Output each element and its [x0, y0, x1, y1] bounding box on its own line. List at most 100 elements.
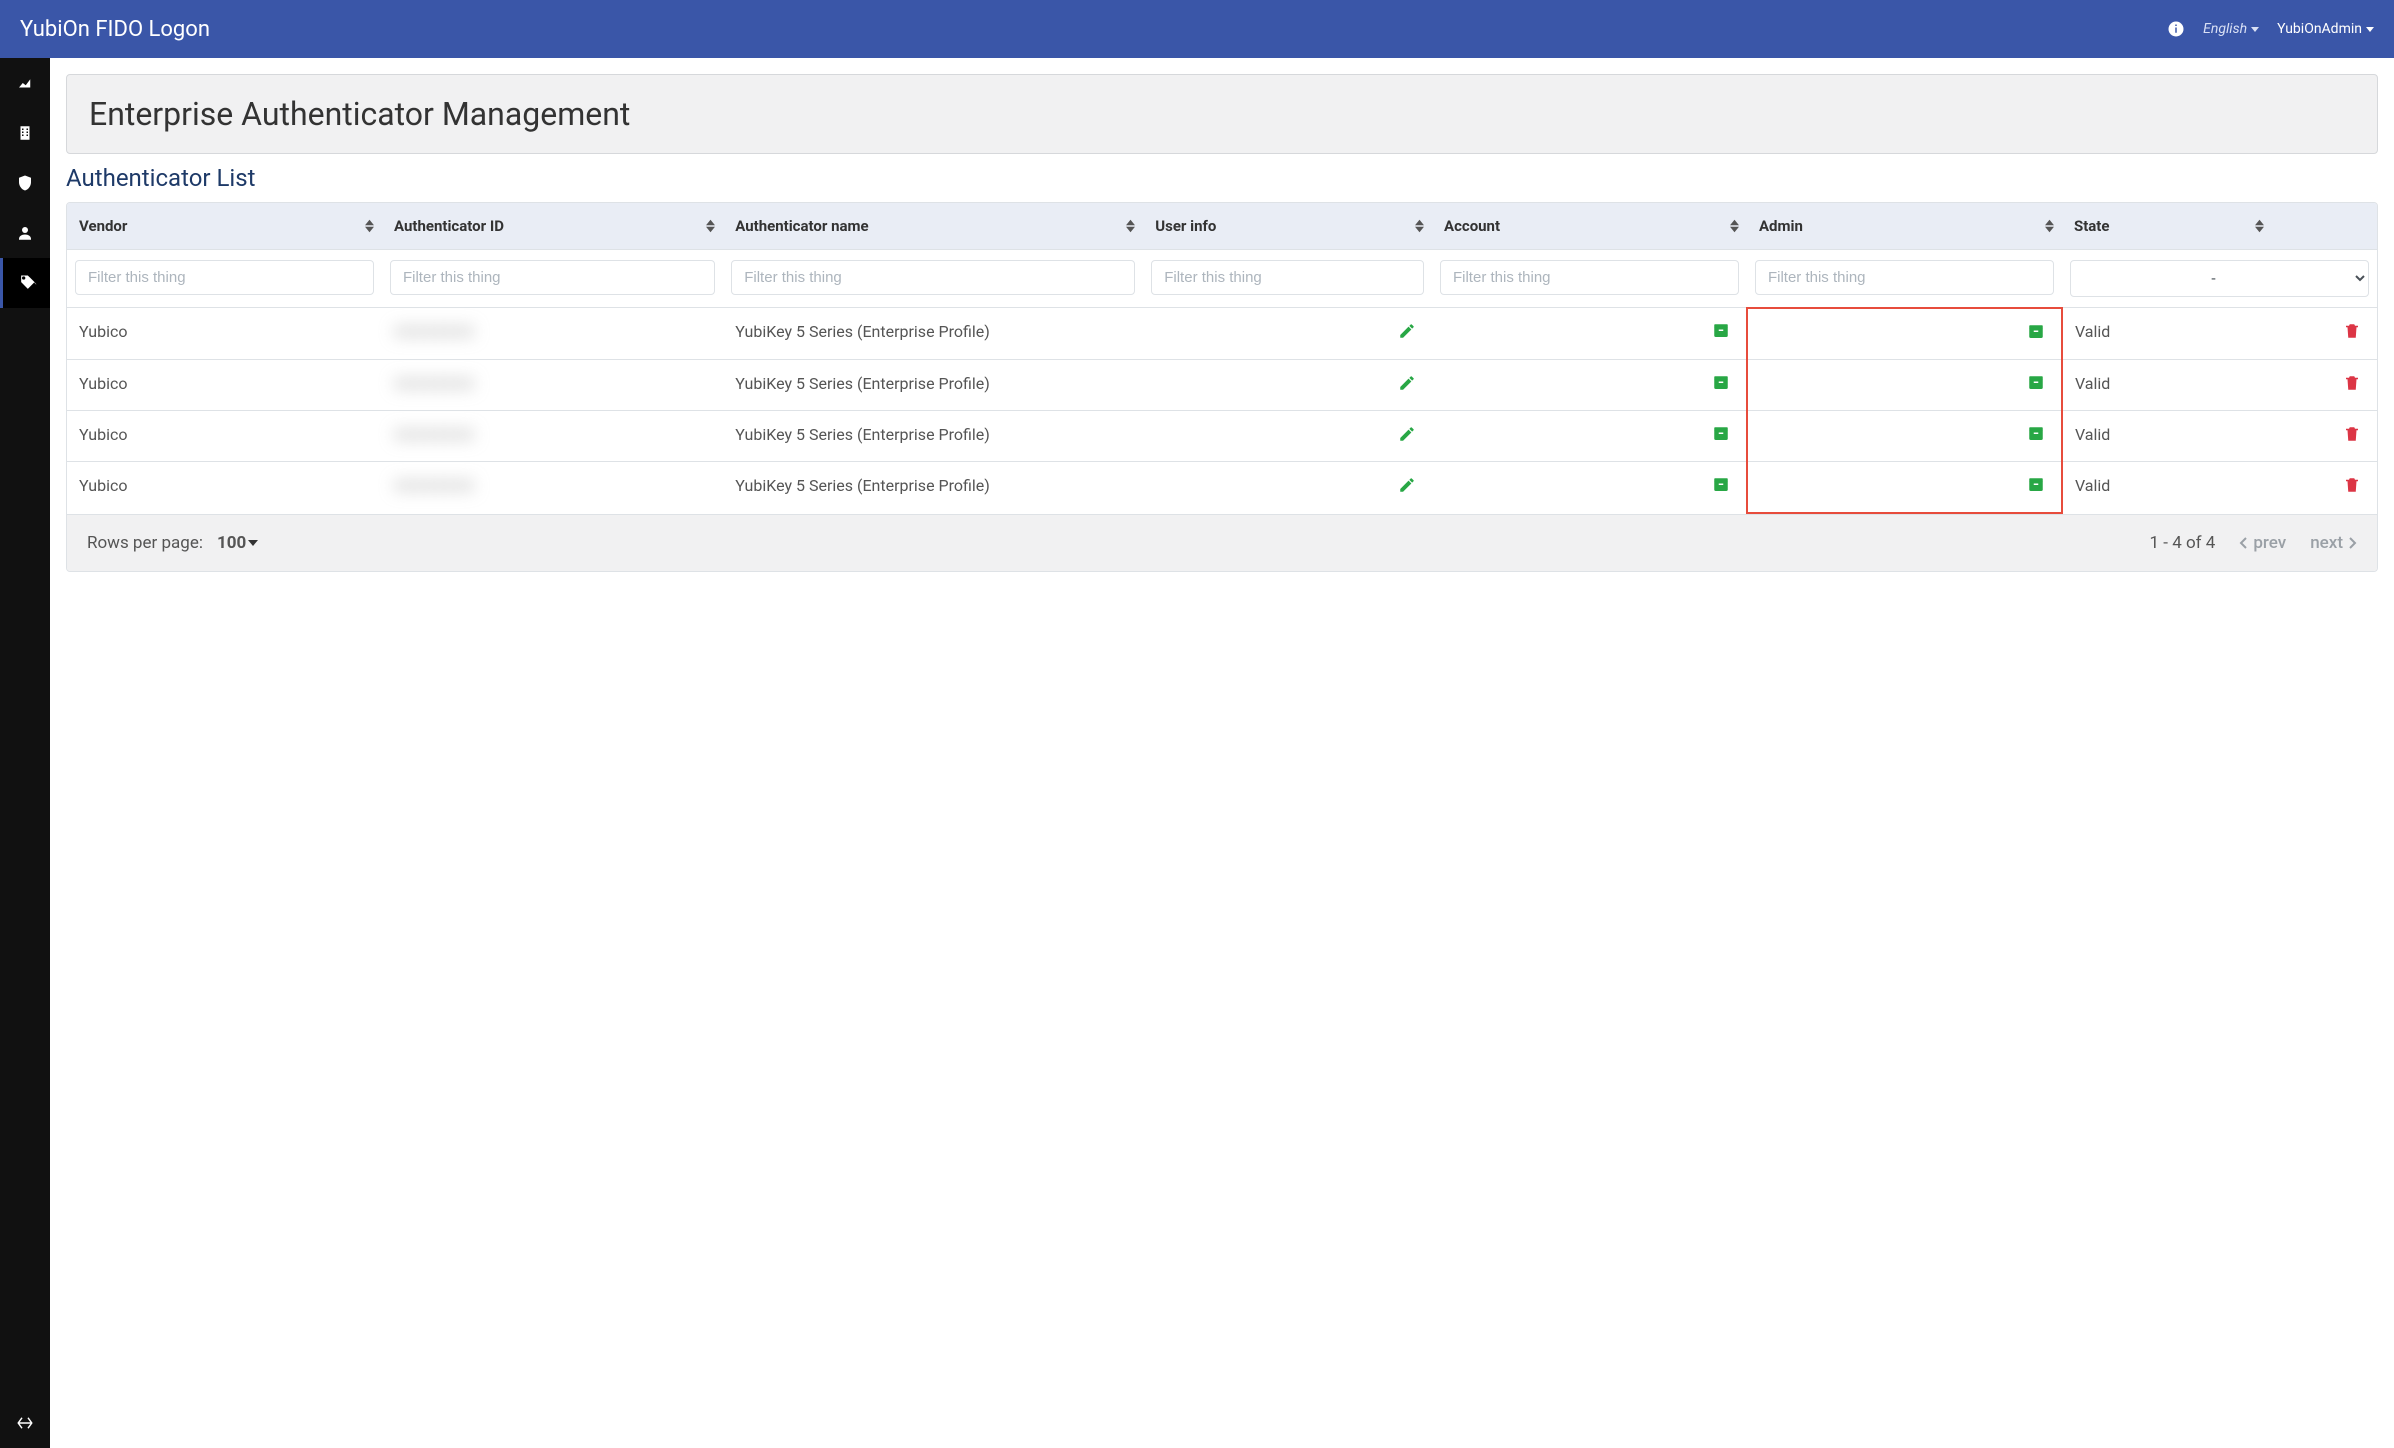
col-account[interactable]: Account	[1432, 203, 1747, 250]
user-dropdown[interactable]: YubiOnAdmin	[2277, 21, 2374, 37]
cell-user	[1143, 410, 1432, 461]
next-button[interactable]: next	[2310, 533, 2357, 553]
col-name-label: Authenticator name	[735, 217, 868, 235]
sort-icon[interactable]	[706, 220, 715, 233]
cell-authid: XXXXXXXX	[382, 410, 723, 461]
account-button[interactable]	[1712, 476, 1734, 498]
language-label: English	[2203, 21, 2247, 37]
shield-icon	[16, 174, 34, 192]
account-button[interactable]	[1712, 425, 1734, 447]
delete-button[interactable]	[2343, 374, 2365, 396]
delete-button[interactable]	[2343, 425, 2365, 447]
account-button[interactable]	[1712, 322, 1734, 344]
col-actions	[2272, 203, 2377, 250]
cell-state: Valid	[2062, 308, 2272, 360]
col-vendor[interactable]: Vendor	[67, 203, 382, 250]
filter-authid[interactable]	[390, 260, 715, 295]
cell-admin	[1747, 308, 2062, 360]
caret-down-icon	[2251, 27, 2259, 32]
sort-icon[interactable]	[365, 220, 374, 233]
table-row: YubicoXXXXXXXXYubiKey 5 Series (Enterpri…	[67, 359, 2377, 410]
sort-icon[interactable]	[1730, 220, 1739, 233]
sidebar-item-users[interactable]	[0, 208, 50, 258]
chart-icon	[16, 74, 34, 92]
col-authid[interactable]: Authenticator ID	[382, 203, 723, 250]
sidebar-toggle[interactable]	[0, 1398, 50, 1448]
filter-admin[interactable]	[1755, 260, 2054, 295]
cell-state: Valid	[2062, 359, 2272, 410]
col-vendor-label: Vendor	[79, 217, 127, 235]
prev-button[interactable]: prev	[2239, 533, 2286, 553]
cell-vendor: Yubico	[67, 359, 382, 410]
cell-vendor: Yubico	[67, 461, 382, 513]
sidebar-bottom	[0, 1398, 50, 1448]
filter-state[interactable]: -	[2070, 260, 2369, 297]
caret-down-icon	[248, 540, 258, 546]
caret-down-icon	[2366, 27, 2374, 32]
col-user-label: User info	[1155, 217, 1216, 235]
sort-icon[interactable]	[2255, 220, 2264, 233]
layout: Enterprise Authenticator Management Auth…	[0, 58, 2394, 1448]
filter-account[interactable]	[1440, 260, 1739, 295]
filter-vendor[interactable]	[75, 260, 374, 295]
admin-button[interactable]	[2027, 323, 2049, 345]
edit-user-button[interactable]	[1398, 322, 1420, 344]
brand: YubiOn FIDO Logon	[20, 17, 210, 42]
prev-label: prev	[2253, 533, 2286, 553]
page-subtitle: Authenticator List	[66, 164, 2378, 192]
col-user[interactable]: User info	[1143, 203, 1432, 250]
table-row: YubicoXXXXXXXXYubiKey 5 Series (Enterpri…	[67, 410, 2377, 461]
edit-user-button[interactable]	[1398, 425, 1420, 447]
cell-admin	[1747, 359, 2062, 410]
delete-button[interactable]	[2343, 476, 2365, 498]
admin-button[interactable]	[2027, 476, 2049, 498]
page-title: Enterprise Authenticator Management	[89, 95, 2355, 133]
sidebar-item-org[interactable]	[0, 108, 50, 158]
topbar: YubiOn FIDO Logon English YubiOnAdmin	[0, 0, 2394, 58]
cell-name: YubiKey 5 Series (Enterprise Profile)	[723, 461, 1143, 513]
cell-vendor: Yubico	[67, 308, 382, 360]
expand-icon	[16, 1414, 34, 1432]
edit-user-button[interactable]	[1398, 374, 1420, 396]
admin-button[interactable]	[2027, 374, 2049, 396]
rows-value-dropdown[interactable]: 100	[217, 533, 258, 553]
language-dropdown[interactable]: English	[2203, 21, 2259, 37]
col-authid-label: Authenticator ID	[394, 217, 504, 235]
cell-admin	[1747, 410, 2062, 461]
sort-icon[interactable]	[1126, 220, 1135, 233]
cell-admin	[1747, 461, 2062, 513]
cell-name: YubiKey 5 Series (Enterprise Profile)	[723, 308, 1143, 360]
cell-delete	[2272, 461, 2377, 513]
page-heading-panel: Enterprise Authenticator Management	[66, 74, 2378, 154]
table-row: YubicoXXXXXXXXYubiKey 5 Series (Enterpri…	[67, 461, 2377, 513]
cell-authid: XXXXXXXX	[382, 308, 723, 360]
col-state-label: State	[2074, 217, 2110, 235]
chevron-right-icon	[2349, 537, 2357, 549]
authenticator-table: Vendor Authenticator ID Authenticator na…	[66, 202, 2378, 572]
admin-button[interactable]	[2027, 425, 2049, 447]
edit-user-button[interactable]	[1398, 476, 1420, 498]
sidebar-item-dashboard[interactable]	[0, 58, 50, 108]
cell-delete	[2272, 308, 2377, 360]
filter-user[interactable]	[1151, 260, 1424, 295]
sidebar-items	[0, 58, 50, 308]
chevron-left-icon	[2239, 537, 2247, 549]
col-name[interactable]: Authenticator name	[723, 203, 1143, 250]
col-admin[interactable]: Admin	[1747, 203, 2062, 250]
main: Enterprise Authenticator Management Auth…	[50, 58, 2394, 1448]
account-button[interactable]	[1712, 374, 1734, 396]
cell-delete	[2272, 359, 2377, 410]
sidebar-item-authenticators[interactable]	[0, 258, 50, 308]
sort-icon[interactable]	[1415, 220, 1424, 233]
col-state[interactable]: State	[2062, 203, 2272, 250]
cell-delete	[2272, 410, 2377, 461]
filter-row: -	[67, 250, 2377, 308]
filter-name[interactable]	[731, 260, 1135, 295]
sidebar-item-security[interactable]	[0, 158, 50, 208]
sort-icon[interactable]	[2045, 220, 2054, 233]
cell-account	[1432, 308, 1747, 360]
info-icon[interactable]	[2167, 20, 2185, 38]
sidebar	[0, 58, 50, 1448]
cell-state: Valid	[2062, 410, 2272, 461]
delete-button[interactable]	[2343, 322, 2365, 344]
